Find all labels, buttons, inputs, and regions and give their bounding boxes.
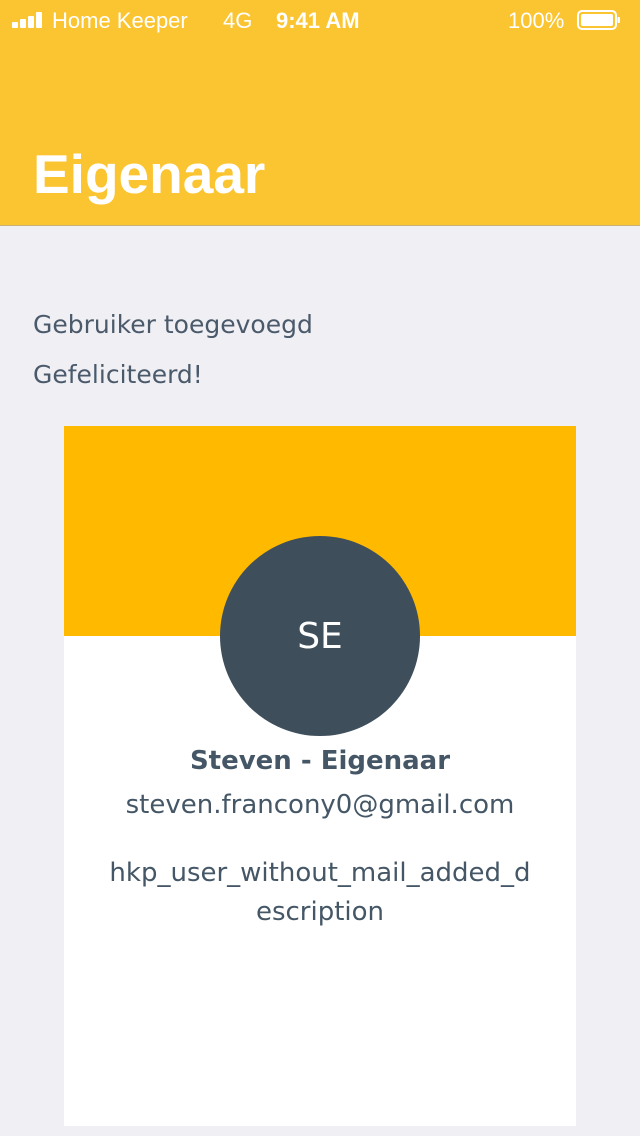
success-message: Gebruiker toegevoegd (33, 310, 313, 339)
user-card: SE Steven - Eigenaar steven.francony0@gm… (64, 426, 576, 1126)
battery-icon (577, 10, 620, 30)
status-bar: Home Keeper 4G 9:41 AM 100% (0, 0, 640, 40)
avatar: SE (220, 536, 420, 736)
user-email: steven.francony0@gmail.com (125, 790, 515, 820)
network-type: 4G (223, 8, 253, 33)
carrier-name: Home Keeper (52, 8, 188, 33)
user-description: hkp_user_without_mail_added_description (109, 858, 531, 927)
page-title: Eigenaar (33, 143, 266, 205)
congratulations-message: Gefeliciteerd! (33, 360, 203, 389)
signal-icon (12, 12, 46, 28)
user-name: Steven - Eigenaar (189, 746, 451, 776)
app-header: Home Keeper 4G 9:41 AM 100% Eigenaar (0, 0, 640, 226)
battery-percentage: 100% (508, 8, 565, 33)
avatar-initials: SE (297, 615, 343, 657)
status-time: 9:41 AM (276, 8, 360, 33)
